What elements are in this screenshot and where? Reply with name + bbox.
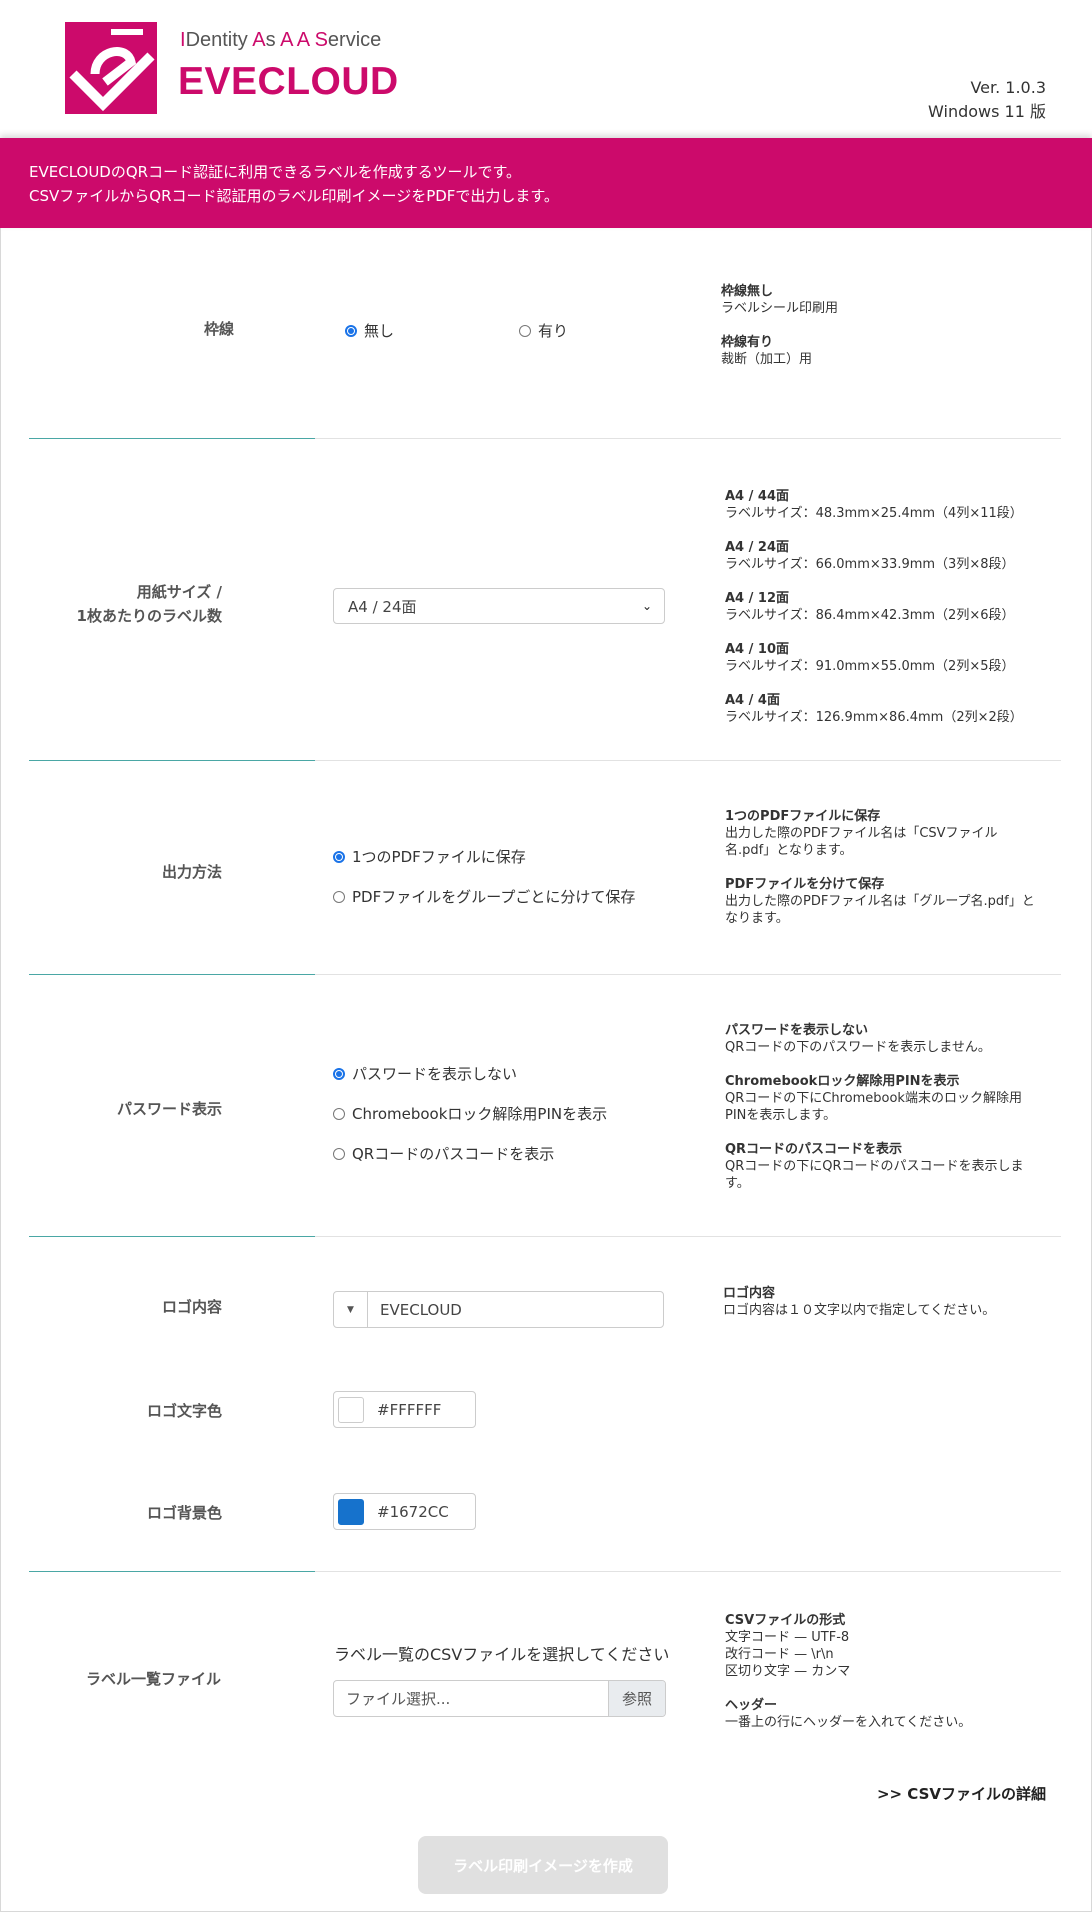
paper-size-description: A4 / 44面 ラベルサイズ：48.3mm×25.4mm（4列×11段） A4… — [725, 489, 1023, 725]
paper-size-select[interactable]: A4 / 24面 ⌄ — [333, 588, 665, 624]
logo-bg-color-label: ロゴ背景色 — [146, 1504, 222, 1522]
logo-content-input[interactable]: ▼ EVECLOUD — [333, 1291, 664, 1328]
border-none-radio[interactable]: 無し — [345, 320, 394, 341]
radio-indicator — [333, 890, 345, 903]
radio-indicator — [333, 1067, 345, 1080]
border-description: 枠線無し ラベルシール印刷用 枠線有り 裁断（加工）用 — [721, 284, 839, 367]
section-divider — [29, 974, 1061, 975]
radio-indicator — [519, 324, 531, 337]
label-list-file-label: ラベル一覧ファイル — [85, 1670, 221, 1688]
banner-line-1: EVECLOUDのQRコード認証に利用できるラベルを作成するツールです。 — [29, 163, 521, 181]
description-banner: EVECLOUDのQRコード認証に利用できるラベルを作成するツールです。 CSV… — [0, 138, 1092, 228]
password-display-label: パスワード表示 — [116, 1100, 222, 1118]
chevron-down-icon: ⌄ — [641, 599, 652, 613]
color-swatch[interactable] — [338, 1396, 364, 1423]
border-yes-radio[interactable]: 有り — [519, 320, 568, 341]
section-divider — [29, 438, 1061, 439]
header: IDentity As A A Service EVECLOUD Ver. 1.… — [0, 0, 1092, 138]
csv-details-link[interactable]: >> CSVファイルの詳細 — [877, 1783, 1046, 1804]
version-number: Ver. 1.0.3 — [970, 78, 1046, 97]
brand-name: EVECLOUD — [178, 60, 399, 103]
radio-indicator — [333, 850, 345, 863]
logo-text-color-label: ロゴ文字色 — [146, 1402, 222, 1420]
radio-indicator — [333, 1147, 345, 1160]
password-hide-radio[interactable]: パスワードを表示しない — [333, 1063, 517, 1084]
caret-down-icon: ▼ — [347, 1304, 354, 1315]
section-divider — [29, 1236, 1061, 1237]
output-method-label: 出力方法 — [161, 863, 222, 881]
password-chromebook-pin-radio[interactable]: Chromebookロック解除用PINを表示 — [333, 1103, 607, 1124]
create-label-image-button[interactable]: ラベル印刷イメージを作成 — [418, 1836, 668, 1894]
logo-dropdown-toggle[interactable]: ▼ — [334, 1292, 368, 1327]
file-prompt: ラベル一覧のCSVファイルを選択してください — [334, 1645, 670, 1664]
section-divider — [29, 1571, 1061, 1572]
banner-line-2: CSVファイルからQRコード認証用のラベル印刷イメージをPDFで出力します。 — [29, 187, 559, 205]
csv-file-input[interactable]: ファイル選択... 参照 — [333, 1680, 666, 1717]
password-display-description: パスワードを表示しない QRコードの下のパスワードを表示しません。 Chrome… — [725, 1023, 1024, 1191]
radio-indicator — [333, 1107, 345, 1120]
csv-format-description: CSVファイルの形式 文字コード — UTF-8 改行コード — \r\n 区切… — [725, 1613, 972, 1730]
browse-button[interactable]: 参照 — [608, 1681, 665, 1716]
output-group-pdf-radio[interactable]: PDFファイルをグループごとに分けて保存 — [333, 886, 635, 907]
password-qr-passcode-radio[interactable]: QRコードのパスコードを表示 — [333, 1143, 554, 1164]
logo-bg-color-picker[interactable]: #1672CC — [333, 1493, 476, 1530]
output-method-description: 1つのPDFファイルに保存 出力した際のPDFファイル名は「CSVファイル 名.… — [725, 809, 1035, 926]
radio-indicator — [345, 324, 357, 337]
brand-tagline: IDentity As A A Service — [180, 29, 382, 51]
output-single-pdf-radio[interactable]: 1つのPDFファイルに保存 — [333, 846, 526, 867]
paper-size-label: 用紙サイズ / 1枚あたりのラベル数 — [76, 583, 222, 625]
section-divider — [29, 760, 1061, 761]
evecloud-logo-icon — [65, 22, 157, 114]
border-label: 枠線 — [203, 320, 234, 338]
color-swatch[interactable] — [338, 1498, 364, 1525]
logo-content-label: ロゴ内容 — [161, 1298, 222, 1316]
logo-text-color-picker[interactable]: #FFFFFF — [333, 1391, 476, 1428]
version-info: Ver. 1.0.3 Windows 11 版 — [928, 76, 1046, 124]
logo-content-description: ロゴ内容 ロゴ内容は１０文字以内で指定してください。 — [723, 1286, 996, 1318]
platform-label: Windows 11 版 — [928, 102, 1046, 121]
